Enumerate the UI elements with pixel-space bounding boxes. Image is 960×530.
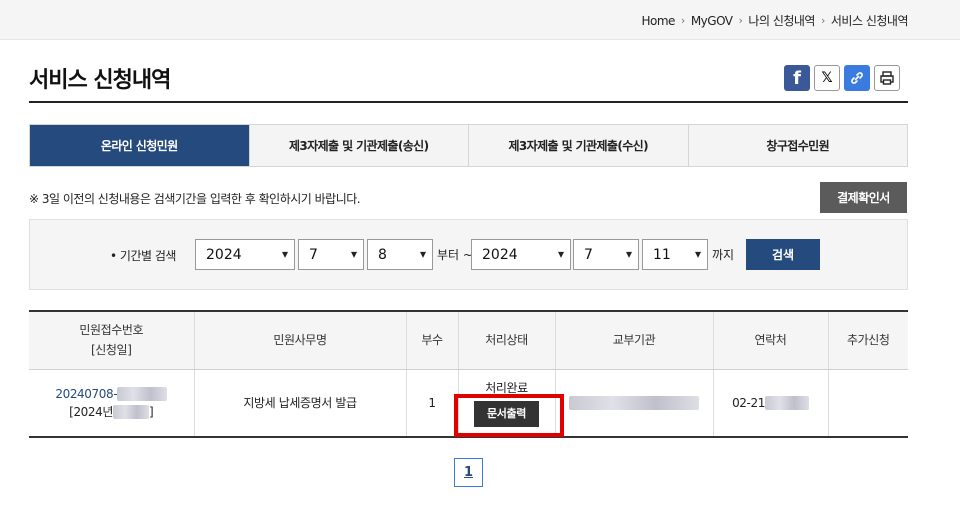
header-copies: 부수 — [405, 311, 458, 370]
x-icon[interactable]: 𝕏 — [814, 65, 840, 91]
facebook-icon[interactable]: f — [784, 65, 810, 91]
to-day-select[interactable]: 11 ▾ — [642, 239, 708, 270]
search-button[interactable]: 검색 — [746, 239, 820, 270]
breadcrumb-mygov[interactable]: MyGOV — [691, 14, 733, 28]
redacted-block — [117, 387, 168, 402]
tab-counter-requests[interactable]: 창구접수민원 — [687, 125, 907, 166]
page-title: 서비스 신청내역 — [29, 68, 171, 93]
breadcrumb-my-requests[interactable]: 나의 신청내역 — [748, 12, 815, 29]
chevron-right-icon: › — [680, 14, 685, 27]
breadcrumb: Home › MyGOV › 나의 신청내역 › 서비스 신청내역 — [641, 12, 908, 29]
tab-third-party-received[interactable]: 제3자제출 및 기관제출(수신) — [468, 125, 688, 166]
status-text: 처리완료 — [485, 380, 528, 395]
header-issuing-agency: 교부기관 — [554, 311, 713, 370]
chevron-down-icon: ▾ — [694, 247, 701, 261]
title-divider — [29, 101, 908, 103]
to-month-select[interactable]: 7 ▾ — [573, 239, 639, 270]
chevron-down-icon: ▾ — [419, 247, 426, 261]
header-contact: 연락처 — [712, 311, 828, 370]
table-header-row: 민원접수번호 [신청일] 민원사무명 부수 처리상태 교부기관 연락처 추가신청 — [29, 311, 908, 370]
chevron-down-icon: ▾ — [281, 247, 288, 261]
to-suffix-label: 까지 — [712, 248, 735, 262]
request-tabs: 온라인 신청민원 제3자제출 및 기관제출(송신) 제3자제출 및 기관제출(수… — [29, 124, 908, 167]
header-service-name: 민원사무명 — [193, 311, 406, 370]
tab-third-party-sent[interactable]: 제3자제출 및 기관제출(송신) — [248, 125, 468, 166]
cell-issuing-agency — [554, 369, 713, 438]
top-bar: Home › MyGOV › 나의 신청내역 › 서비스 신청내역 — [0, 0, 960, 40]
share-toolbar: f 𝕏 — [784, 65, 900, 91]
cell-receipt-no: 20240708- [2024년] — [29, 369, 194, 438]
chevron-right-icon: › — [820, 14, 825, 27]
breadcrumb-current: 서비스 신청내역 — [830, 14, 909, 28]
redacted-block — [113, 405, 150, 420]
request-date: [2024년] — [69, 404, 154, 420]
from-day-select[interactable]: 8 ▾ — [367, 239, 433, 270]
to-year-select[interactable]: 2024 ▾ — [471, 239, 571, 270]
breadcrumb-home[interactable]: Home — [641, 14, 675, 28]
search-notice: ※ 3일 이전의 신청내용은 검색기간을 입력한 후 확인하시기 바랍니다. — [29, 192, 361, 206]
header-status: 처리상태 — [457, 311, 555, 370]
link-icon[interactable] — [844, 65, 870, 91]
cell-copies: 1 — [405, 369, 458, 438]
header-additional-request: 추가신청 — [827, 311, 908, 370]
redacted-block — [569, 396, 699, 411]
payment-confirmation-button[interactable]: 결제확인서 — [820, 182, 907, 213]
tab-online-requests[interactable]: 온라인 신청민원 — [30, 125, 249, 166]
header-receipt-no: 민원접수번호 [신청일] — [29, 311, 194, 370]
page-1-link[interactable]: 1 — [454, 458, 483, 487]
from-year-select[interactable]: 2024 ▾ — [195, 239, 295, 270]
period-search-box: • 기간별 검색 2024 ▾ 7 ▾ 8 ▾ 부터 ~ 2024 ▾ 7 ▾ 11 ▾ 까… — [29, 219, 908, 290]
chevron-down-icon: ▾ — [350, 247, 357, 261]
print-icon[interactable] — [874, 65, 900, 91]
chevron-right-icon: › — [738, 14, 743, 27]
receipt-number-link[interactable]: 20240708- — [55, 387, 168, 402]
cell-contact: 02-21 — [712, 369, 828, 438]
cell-additional-request — [827, 369, 908, 438]
chevron-down-icon: ▾ — [557, 247, 564, 261]
highlight-box — [454, 394, 564, 437]
from-suffix-label: 부터 ~ — [437, 248, 473, 262]
cell-service-name: 지방세 납세증명서 발급 — [193, 369, 406, 438]
period-search-label: • 기간별 검색 — [110, 249, 176, 263]
chevron-down-icon: ▾ — [625, 247, 632, 261]
redacted-block — [764, 396, 809, 411]
from-month-select[interactable]: 7 ▾ — [298, 239, 364, 270]
